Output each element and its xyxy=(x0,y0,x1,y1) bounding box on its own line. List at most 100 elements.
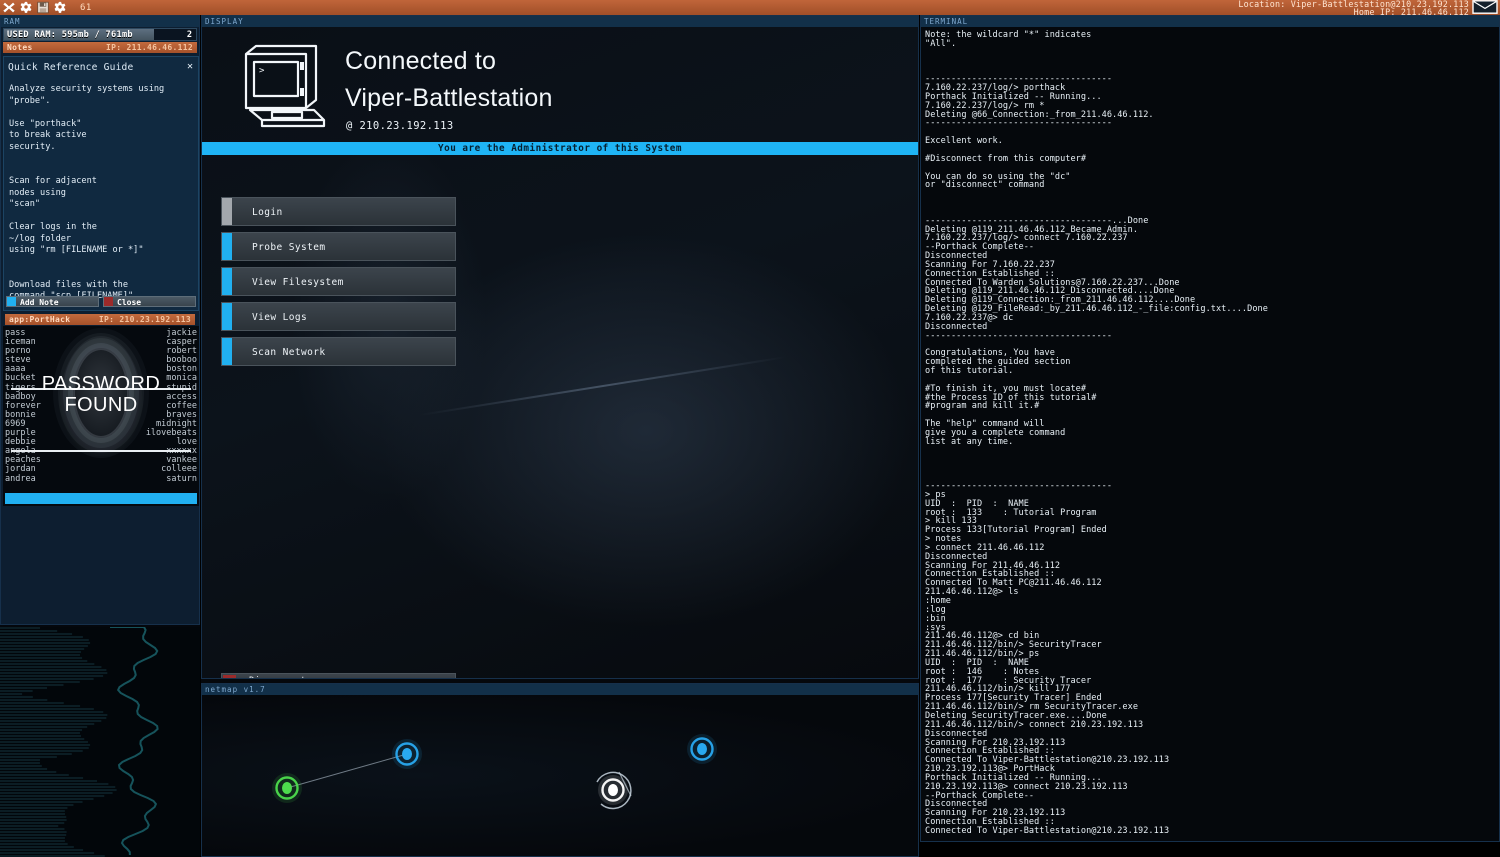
waveform-bar xyxy=(0,720,101,722)
waveform-bar xyxy=(0,639,89,641)
waveform-bar xyxy=(0,804,73,806)
close-note-label: Close xyxy=(117,298,141,307)
waveform-bar xyxy=(0,738,84,740)
waveform-bar xyxy=(0,834,66,836)
disconnect-accent xyxy=(223,675,236,678)
menu-label: Scan Network xyxy=(252,347,325,358)
menu-accent xyxy=(222,198,232,225)
waveform-bar xyxy=(0,660,87,662)
menu-button-probe-system[interactable]: Probe System xyxy=(221,232,456,261)
waveform-bar xyxy=(0,783,108,785)
waveform-bar xyxy=(0,684,64,686)
waveform-bar xyxy=(0,819,67,821)
waveform-bar xyxy=(0,753,72,755)
connected-to-label: Connected to xyxy=(345,47,496,76)
notification-counter: 61 xyxy=(80,3,92,13)
netmap-node[interactable] xyxy=(272,773,302,803)
waveform-bar xyxy=(0,816,66,818)
waveform-bar xyxy=(0,669,106,671)
close-icon[interactable] xyxy=(2,1,16,14)
add-note-button[interactable]: Add Note xyxy=(6,296,99,307)
waveform-bar xyxy=(0,843,68,845)
menu-accent xyxy=(222,233,232,260)
menu-button-view-filesystem[interactable]: View Filesystem xyxy=(221,267,456,296)
waveform-bar xyxy=(0,663,94,665)
save-icon[interactable] xyxy=(36,1,50,14)
netmap-panel-body[interactable] xyxy=(202,695,918,856)
waveform-svg xyxy=(0,627,200,857)
waveform-bar xyxy=(0,714,107,716)
display-panel-body: > Connected to Viper-Battlestation @ 210… xyxy=(202,27,918,678)
terminal-output[interactable]: Note: the wildcard "*" indicates "All". … xyxy=(921,27,1499,841)
machine-name: Viper-Battlestation xyxy=(345,84,553,113)
porthack-progress-bar xyxy=(5,493,197,504)
ram-usage-bar: USED RAM: 595mb / 761mb 2 xyxy=(3,28,197,41)
connection-header: > Connected to Viper-Battlestation @ 210… xyxy=(202,27,918,142)
waveform-bar xyxy=(0,702,64,704)
waveform-bar xyxy=(0,705,80,707)
menu-label: Probe System xyxy=(252,242,325,253)
waveform-bar xyxy=(0,708,94,710)
waveform-bar xyxy=(0,699,47,701)
waveform-bar xyxy=(0,852,94,854)
menu-button-view-logs[interactable]: View Logs xyxy=(221,302,456,331)
center-column: DISPLAY > Connected to xyxy=(201,15,919,842)
waveform-bar xyxy=(0,795,104,797)
waveform-bar xyxy=(0,768,47,770)
close-note-button[interactable]: Close xyxy=(103,296,196,307)
netmap-node[interactable] xyxy=(687,734,717,764)
password-found-line1: PASSWORD xyxy=(3,374,199,395)
display-menu: Login Probe System View Filesystem View … xyxy=(221,197,456,372)
add-note-accent xyxy=(7,297,16,306)
top-toolbar: 61 Location: Viper-Battlestation@210.23.… xyxy=(0,0,1500,15)
toolbar-icon-group: 61 xyxy=(0,1,92,14)
waveform-bar xyxy=(0,642,90,644)
menu-button-scan-network[interactable]: Scan Network xyxy=(221,337,456,366)
waveform-bar xyxy=(0,735,81,737)
waveform-bar xyxy=(0,690,33,692)
menu-accent xyxy=(222,303,232,330)
netmap-link xyxy=(287,754,407,788)
close-icon[interactable]: ✕ xyxy=(187,61,193,72)
topbar-right: Location: Viper-Battlestation@210.23.192… xyxy=(1238,0,1500,15)
display-panel: DISPLAY > Connected to xyxy=(201,15,919,679)
running-app-notes[interactable]: Notes IP: 211.46.46.112 xyxy=(3,42,197,53)
running-app-porthack[interactable]: app:PortHack IP: 210.23.192.113 xyxy=(5,314,195,325)
menu-label: View Filesystem xyxy=(252,277,344,288)
running-app-name: app:PortHack xyxy=(9,315,70,324)
waveform-bar xyxy=(0,717,106,719)
menu-label: Login xyxy=(252,207,283,218)
disconnect-button[interactable]: Disconnect xyxy=(221,673,456,678)
add-note-label: Add Note xyxy=(20,298,59,307)
waveform-bar xyxy=(0,831,67,833)
ram-panel-header: RAM xyxy=(1,16,199,27)
waveform-bar xyxy=(0,759,40,761)
password-word-right: saturn xyxy=(166,475,197,484)
menu-accent xyxy=(222,268,232,295)
waveform-bar xyxy=(0,651,81,653)
netmap-node[interactable] xyxy=(597,772,631,808)
waveform-bar xyxy=(0,693,22,695)
running-app-ip: IP: 210.23.192.113 xyxy=(99,315,191,324)
menu-button-login[interactable]: Login xyxy=(221,197,456,226)
waveform-bar xyxy=(0,726,87,728)
waveform-bar xyxy=(0,822,64,824)
ram-process-count: 2 xyxy=(187,30,192,40)
waveform-bar xyxy=(0,813,65,815)
netmap-node[interactable] xyxy=(392,739,422,769)
porthack-window: passjackieicemancasperpornorobertstevebo… xyxy=(3,326,199,506)
waveform-bar xyxy=(0,807,67,809)
waveform-bar xyxy=(0,645,88,647)
waveform-bar xyxy=(0,798,93,800)
waveform-bar xyxy=(0,696,33,698)
waveform-bar xyxy=(0,846,74,848)
mail-icon[interactable] xyxy=(1472,0,1498,14)
waveform-bar xyxy=(0,849,83,851)
note-window-body: Analyze security systems using "probe". … xyxy=(4,73,198,303)
settings-icon[interactable] xyxy=(53,1,67,14)
waveform-bar xyxy=(0,780,97,782)
waveform-bar xyxy=(0,828,64,830)
gear-icon[interactable] xyxy=(19,1,33,14)
terminal-log: Note: the wildcard "*" indicates "All". … xyxy=(925,30,1268,836)
terminal-panel[interactable]: TERMINAL Note: the wildcard "*" indicate… xyxy=(920,15,1500,842)
